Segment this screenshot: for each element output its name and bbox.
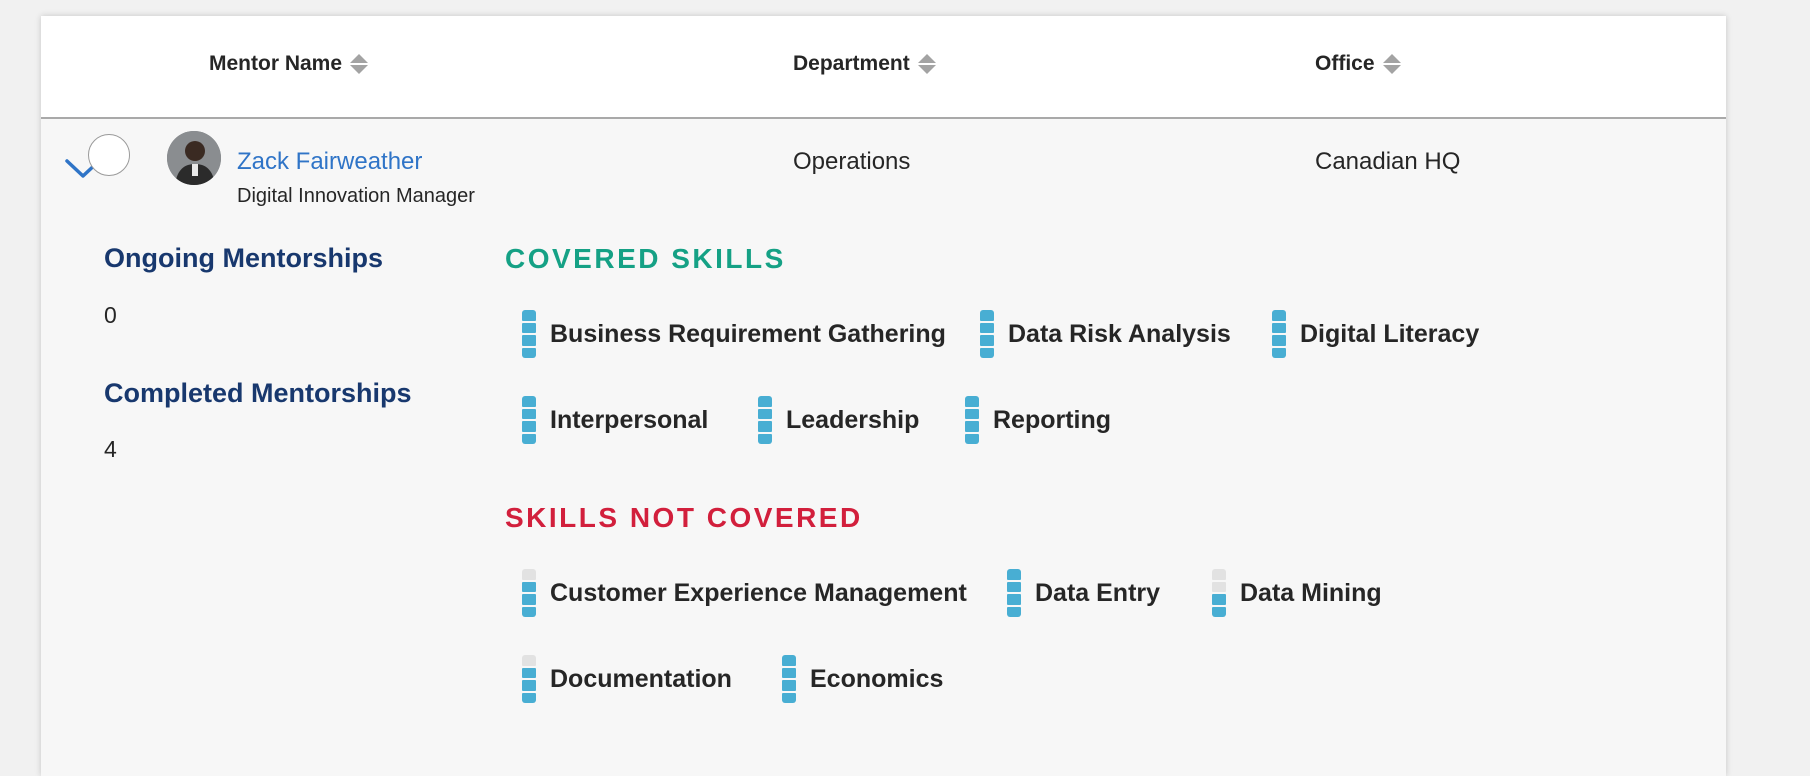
row-select-radio[interactable]	[88, 134, 130, 176]
skill-item: Interpersonal	[522, 396, 708, 444]
department-cell: Operations	[793, 148, 911, 175]
skill-item: Economics	[782, 655, 943, 703]
skills-not-covered-title: SKILLS NOT COVERED	[505, 502, 863, 533]
skill-level-meter-icon	[522, 396, 536, 444]
sort-icon[interactable]	[350, 54, 369, 74]
completed-mentorships-value: 4	[104, 436, 117, 462]
mentor-name-link[interactable]: Zack Fairweather	[237, 148, 422, 176]
skill-level-meter-icon	[522, 655, 536, 703]
skill-label: Documentation	[550, 664, 732, 693]
skill-level-meter-icon	[1212, 569, 1226, 617]
column-header-mentor-name[interactable]: Mentor Name	[209, 52, 369, 76]
completed-mentorships-label: Completed Mentorships	[104, 378, 412, 408]
skill-level-meter-icon	[758, 396, 772, 444]
sort-icon[interactable]	[917, 54, 936, 74]
column-header-office[interactable]: Office	[1315, 52, 1401, 76]
skill-item: Reporting	[965, 396, 1111, 444]
skill-label: Interpersonal	[550, 405, 709, 434]
avatar	[167, 131, 221, 185]
skill-item: Data Mining	[1212, 569, 1382, 617]
skill-item: Documentation	[522, 655, 732, 703]
skill-label: Reporting	[993, 405, 1112, 434]
skill-label: Business Requirement Gathering	[550, 319, 946, 348]
skill-level-meter-icon	[782, 655, 796, 703]
column-header-label: Mentor Name	[209, 52, 343, 75]
skill-item: Data Entry	[1007, 569, 1160, 617]
skill-level-meter-icon	[1272, 310, 1286, 358]
ongoing-mentorships-label: Ongoing Mentorships	[104, 243, 383, 273]
skill-item: Leadership	[758, 396, 919, 444]
skill-label: Digital Literacy	[1300, 319, 1480, 348]
skill-label: Data Mining	[1240, 578, 1382, 607]
skill-label: Data Risk Analysis	[1008, 319, 1231, 348]
column-header-label: Department	[793, 52, 910, 75]
column-header-label: Office	[1315, 52, 1375, 75]
table-header: Mentor Name Department Office	[41, 16, 1726, 119]
office-cell: Canadian HQ	[1315, 148, 1461, 175]
covered-skills-title: COVERED SKILLS	[505, 243, 786, 274]
skill-label: Data Entry	[1035, 578, 1161, 607]
person-photo-icon	[167, 131, 221, 185]
skill-label: Customer Experience Management	[550, 578, 967, 607]
skill-level-meter-icon	[980, 310, 994, 358]
ongoing-mentorships-value: 0	[104, 302, 117, 328]
skill-level-meter-icon	[522, 310, 536, 358]
skill-level-meter-icon	[522, 569, 536, 617]
skill-item: Customer Experience Management	[522, 569, 967, 617]
skill-item: Data Risk Analysis	[980, 310, 1231, 358]
skill-level-meter-icon	[965, 396, 979, 444]
skill-level-meter-icon	[1007, 569, 1021, 617]
skill-label: Leadership	[786, 405, 920, 434]
skill-item: Digital Literacy	[1272, 310, 1479, 358]
skill-label: Economics	[810, 664, 944, 693]
sort-icon[interactable]	[1382, 54, 1401, 74]
mentor-job-title: Digital Innovation Manager	[237, 185, 475, 207]
skill-item: Business Requirement Gathering	[522, 310, 946, 358]
column-header-department[interactable]: Department	[793, 52, 936, 76]
